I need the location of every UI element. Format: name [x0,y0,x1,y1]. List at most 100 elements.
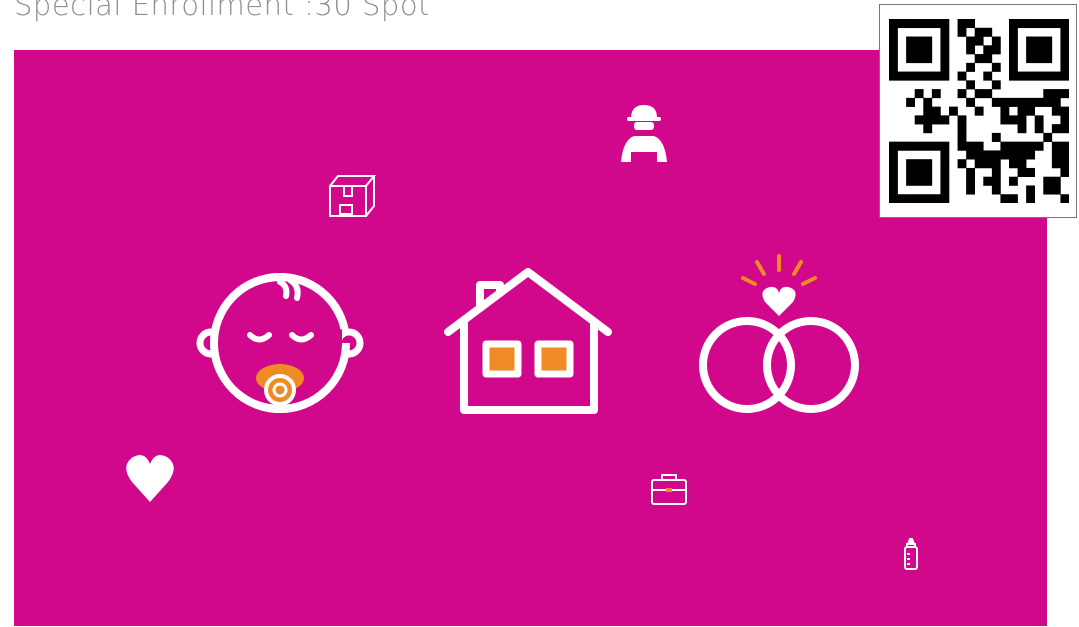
qr-module [1060,62,1069,72]
qr-module [906,141,916,151]
qr-module [1043,97,1053,107]
qr-module [897,71,907,81]
qr-module [1043,71,1053,81]
qr-module [906,194,916,203]
qr-module [1009,141,1018,151]
qr-module [1034,124,1044,134]
qr-module [889,167,898,178]
qr-module [957,159,967,169]
qr-module [1009,36,1018,46]
qr-module [914,71,924,81]
qr-module [957,124,967,134]
qr-module [889,45,898,55]
qr-module [914,176,924,186]
qr-module [966,176,976,186]
qr-module [889,150,898,160]
qr-module [966,141,976,151]
qr-module [966,97,976,107]
qr-module [991,185,1001,195]
page-title: Special Enrollment :30 Spot [14,0,430,22]
qr-code[interactable] [879,4,1077,218]
qr-module [1000,194,1010,203]
qr-module [966,80,976,90]
qr-module [940,19,950,29]
qr-module [949,106,958,116]
qr-module [1060,54,1069,64]
qr-module [1060,45,1069,55]
qr-module [940,45,950,55]
qr-module [914,159,924,169]
qr-module [983,89,993,99]
qr-module [914,115,924,125]
baby-bottle-icon [904,538,918,570]
worker-icon [621,105,667,162]
qr-module [1026,97,1036,107]
qr-module [957,132,967,142]
qr-module [923,54,933,64]
qr-module [1051,185,1061,195]
qr-module [923,106,933,116]
briefcase-icon [651,474,687,505]
qr-module [974,141,984,151]
qr-module [1009,45,1018,55]
qr-module [1060,141,1069,151]
qr-module [914,54,924,64]
qr-module [931,106,941,116]
qr-module [931,71,941,81]
qr-module [1051,106,1061,116]
qr-module [940,150,950,160]
qr-module [914,89,924,99]
qr-module [940,159,950,169]
qr-module [983,45,993,55]
qr-module [1009,115,1018,125]
qr-module [1051,71,1061,81]
qr-module [974,106,984,116]
qr-module [1060,89,1069,99]
qr-module [1034,19,1044,29]
qr-module [889,54,898,64]
qr-module [1017,124,1027,134]
qr-module [889,159,898,169]
qr-module [1026,45,1036,55]
qr-module [1034,97,1044,107]
qr-module [1017,19,1027,29]
qr-module [1017,97,1027,107]
qr-module [906,97,916,107]
qr-module [940,27,950,37]
qr-module [923,71,933,81]
qr-module [889,141,898,151]
qr-module [974,27,984,37]
qr-module [1043,45,1053,55]
qr-module [889,27,898,37]
qr-module [991,97,1001,107]
baby-icon [196,273,364,413]
qr-code-icon [889,19,1069,203]
qr-module [1043,89,1053,99]
qr-module [983,27,993,37]
qr-module [1017,115,1027,125]
qr-module [940,176,950,186]
qr-module [889,19,898,29]
qr-module [991,80,1001,90]
qr-module [923,167,933,178]
qr-module [923,159,933,169]
qr-module [1051,176,1061,186]
qr-module [957,19,967,29]
qr-module [1051,97,1061,107]
qr-module [1051,150,1061,160]
qr-module [1026,141,1036,151]
box-icon [329,175,377,217]
qr-module [931,141,941,151]
wedding-rings-icon [699,254,859,413]
qr-module [1043,54,1053,64]
qr-module [974,89,984,99]
qr-module [991,167,1001,178]
qr-module [1060,150,1069,160]
qr-module [974,159,984,169]
qr-module [983,159,993,169]
qr-module [1026,185,1036,195]
qr-module [1009,194,1018,203]
qr-module [906,167,916,178]
qr-module [940,167,950,178]
qr-module [1060,27,1069,37]
